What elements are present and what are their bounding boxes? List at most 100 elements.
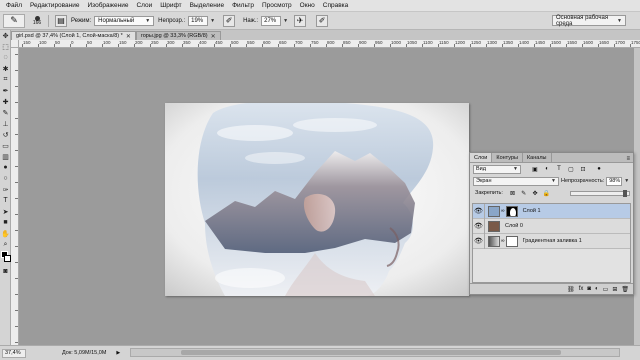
hand-tool-icon[interactable]: ✋: [0, 228, 11, 239]
delete-layer-icon[interactable]: 🗑: [621, 286, 629, 293]
close-icon[interactable]: ✕: [126, 33, 131, 40]
dodge-tool-icon[interactable]: ○: [0, 173, 11, 184]
opacity-slider-toggle-icon[interactable]: ▼: [624, 178, 629, 184]
tab-layers[interactable]: Слои: [470, 153, 493, 162]
lock-transparency-icon[interactable]: ⊠: [509, 189, 516, 197]
link-layers-icon[interactable]: ⛓: [567, 286, 575, 293]
layer-row[interactable]: 👁 ∞ Слой 1: [473, 203, 630, 219]
move-tool-icon[interactable]: ✥: [0, 30, 11, 41]
filter-smart-object-icon[interactable]: ⊡: [579, 165, 587, 173]
quick-mask-icon[interactable]: ◙: [0, 266, 11, 277]
tab-channels[interactable]: Каналы: [523, 153, 552, 162]
eyedropper-tool-icon[interactable]: ✒: [0, 85, 11, 96]
healing-tool-icon[interactable]: ✚: [0, 96, 11, 107]
menu-file[interactable]: Файл: [2, 2, 26, 9]
blend-mode-select[interactable]: Экран ▼: [473, 176, 559, 186]
layers-panel-tabs: Слои Контуры Каналы ≡: [470, 153, 633, 163]
ruler-tick: [182, 44, 183, 47]
background-color-swatch[interactable]: [4, 255, 11, 262]
visibility-eye-icon[interactable]: 👁: [473, 203, 485, 219]
menu-image[interactable]: Изображение: [84, 2, 133, 9]
stamp-tool-icon[interactable]: ⊥: [0, 118, 11, 129]
menu-layers[interactable]: Слои: [132, 2, 156, 9]
pressure-slider-toggle-icon[interactable]: ▼: [283, 18, 288, 24]
lock-pixels-icon[interactable]: ✎: [520, 189, 527, 197]
layer-mask-thumbnail[interactable]: [505, 235, 518, 247]
layer-style-icon[interactable]: fx: [579, 286, 584, 292]
filter-toggle-icon[interactable]: ●: [595, 165, 603, 173]
doc-tab-girl[interactable]: girl.psd @ 37,4% (Слой 1, Слой-маска/8) …: [11, 31, 136, 40]
filter-shape-icon[interactable]: ▢: [567, 165, 575, 173]
zoom-field[interactable]: 37,4%: [2, 348, 26, 358]
lock-position-icon[interactable]: ✥: [531, 189, 538, 197]
layer-row[interactable]: 👁 ∞ Градиентная заливка 1: [473, 233, 630, 249]
chain-link-icon[interactable]: ∞: [501, 238, 505, 244]
brush-tool-preset-icon[interactable]: ✎: [3, 13, 25, 28]
brush-size-picker[interactable]: 166: [30, 14, 44, 28]
pressure-field[interactable]: 27%: [261, 15, 282, 26]
ruler-tick: [15, 230, 18, 231]
tab-paths[interactable]: Контуры: [492, 153, 523, 162]
layer-mask-thumbnail[interactable]: [505, 205, 518, 217]
workspace-select[interactable]: Основная рабочая среда ▼: [552, 15, 626, 27]
shape-tool-icon[interactable]: ■: [0, 217, 11, 228]
new-layer-icon[interactable]: ⊞: [612, 286, 617, 293]
divider: [48, 14, 49, 27]
horizontal-scrollbar[interactable]: [130, 348, 620, 357]
menu-view[interactable]: Просмотр: [258, 2, 296, 9]
color-swatches[interactable]: [0, 250, 11, 266]
lock-all-icon[interactable]: 🔒: [543, 189, 550, 197]
ruler-label: 1600: [583, 40, 594, 45]
filter-pixel-icon[interactable]: ▣: [531, 165, 539, 173]
menu-window[interactable]: Окно: [296, 2, 319, 9]
ruler-label: 1700: [615, 40, 626, 45]
history-brush-tool-icon[interactable]: ↺: [0, 129, 11, 140]
doc-size-info[interactable]: Док: 5,09M/15,0M: [62, 350, 106, 356]
status-menu-arrow-icon[interactable]: ▶: [116, 350, 120, 356]
brush-panel-toggle-icon[interactable]: ▤: [55, 14, 67, 27]
layer-thumbnail: [488, 220, 500, 232]
path-select-tool-icon[interactable]: ➤: [0, 206, 11, 217]
opacity-slider-toggle-icon[interactable]: ▼: [210, 18, 215, 24]
close-icon[interactable]: ✕: [211, 33, 216, 40]
filter-type-icon[interactable]: T: [555, 165, 563, 173]
opacity-slider[interactable]: [570, 189, 630, 197]
panel-menu-icon[interactable]: ≡: [626, 156, 630, 162]
layer-filter-select[interactable]: Вид ▼: [473, 164, 521, 174]
quick-select-tool-icon[interactable]: ✱: [0, 63, 11, 74]
add-mask-icon[interactable]: ◙: [587, 286, 591, 292]
marquee-tool-icon[interactable]: ⬚: [0, 41, 11, 52]
menu-filter[interactable]: Фильтр: [228, 2, 258, 9]
menu-select[interactable]: Выделение: [186, 2, 228, 9]
new-adjustment-layer-icon[interactable]: ◐: [595, 286, 599, 292]
opacity-field[interactable]: 19%: [188, 15, 209, 26]
brush-tool-icon[interactable]: ✎: [0, 107, 11, 118]
ruler-tick: [15, 326, 18, 327]
chain-link-icon[interactable]: ∞: [501, 208, 505, 214]
horizontal-scrollbar-thumb[interactable]: [181, 350, 561, 355]
eraser-tool-icon[interactable]: ▭: [0, 140, 11, 151]
opacity-slider-thumb[interactable]: [622, 189, 627, 197]
new-group-icon[interactable]: ▭: [603, 286, 609, 293]
layer-opacity-field[interactable]: 98%: [606, 176, 623, 186]
menu-edit[interactable]: Редактирование: [26, 2, 84, 9]
lasso-tool-icon[interactable]: ◌: [0, 52, 11, 63]
zoom-tool-icon[interactable]: ⌕: [0, 239, 11, 250]
size-pressure-icon[interactable]: ✐: [316, 14, 329, 27]
mode-select[interactable]: Нормальный ▼: [94, 15, 155, 26]
type-tool-icon[interactable]: T: [0, 195, 11, 206]
gradient-tool-icon[interactable]: ▥: [0, 151, 11, 162]
layer-row[interactable]: 👁 Слой 0: [473, 218, 630, 234]
opacity-pressure-icon[interactable]: ✐: [223, 14, 236, 27]
filter-adjustment-icon[interactable]: ◐: [543, 165, 551, 173]
document-canvas[interactable]: [165, 103, 469, 296]
doc-tab-mountains[interactable]: горы.jpg @ 33,3% (RGB/8) ✕: [135, 31, 221, 40]
visibility-eye-icon[interactable]: 👁: [473, 233, 485, 249]
visibility-eye-icon[interactable]: 👁: [473, 218, 485, 234]
airbrush-icon[interactable]: ✈: [294, 14, 307, 27]
menu-help[interactable]: Справка: [319, 2, 353, 9]
crop-tool-icon[interactable]: ⌗: [0, 74, 11, 85]
blur-tool-icon[interactable]: ●: [0, 162, 11, 173]
menu-type[interactable]: Шрифт: [156, 2, 185, 9]
pen-tool-icon[interactable]: ✑: [0, 184, 11, 195]
